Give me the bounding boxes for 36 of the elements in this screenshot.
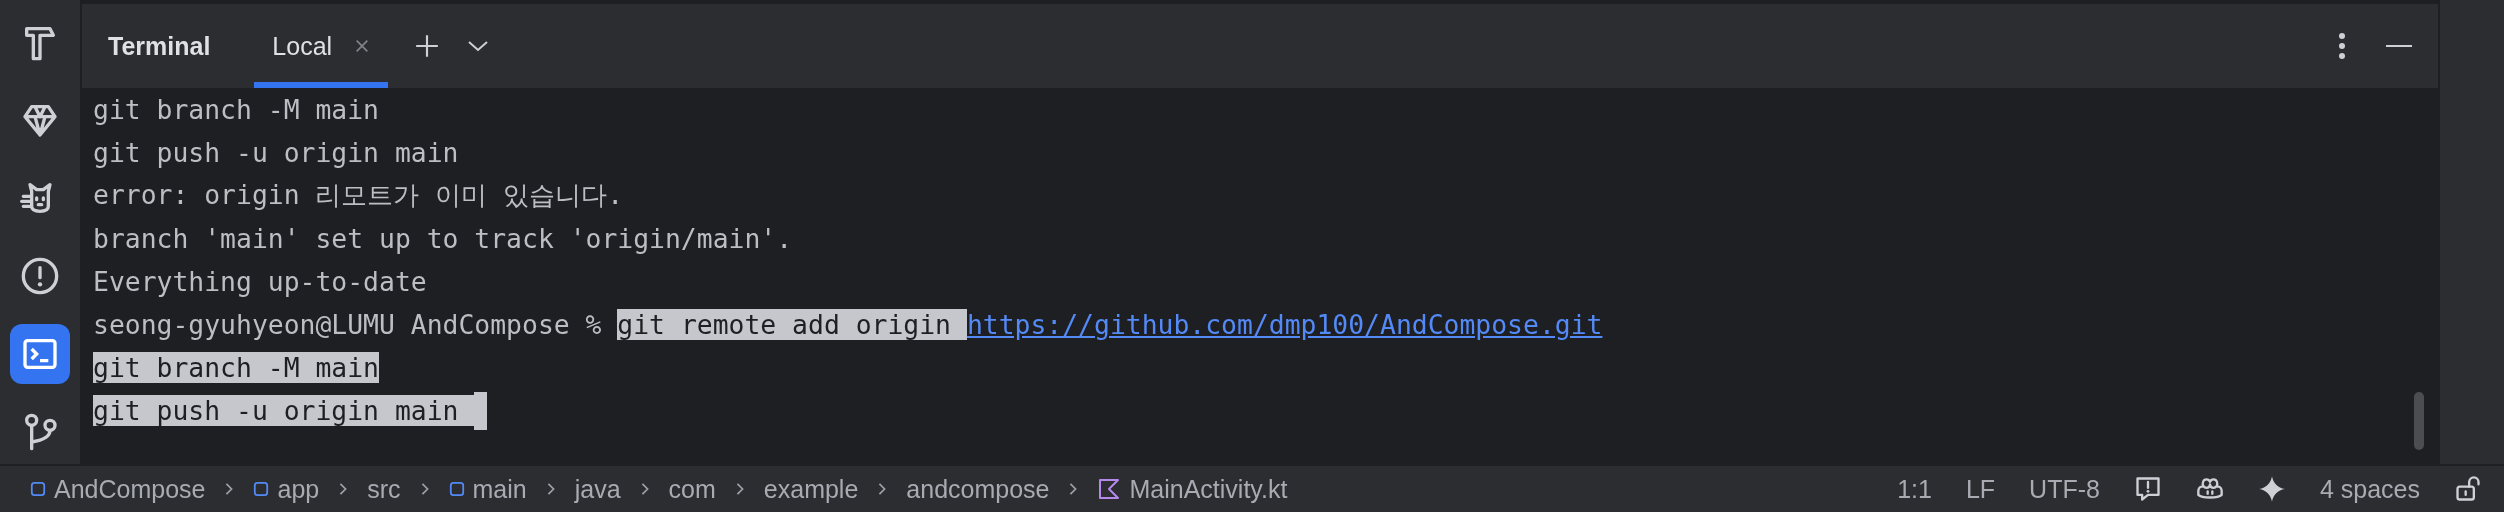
comment-alert-icon[interactable] <box>2133 475 2162 503</box>
breadcrumb-item[interactable]: java <box>574 474 621 504</box>
breadcrumb-item[interactable]: AndCompose <box>30 474 206 504</box>
terminal-text: error: origin 리모트가 이미 있습니다. <box>93 178 624 212</box>
status-widget[interactable]: 4 spaces <box>2319 474 2420 504</box>
more-icon[interactable] <box>2338 32 2346 60</box>
terminal-text: Everything up-to-date <box>93 266 427 297</box>
breadcrumb-item[interactable]: src <box>367 474 401 504</box>
module-icon <box>30 481 46 497</box>
add-icon[interactable] <box>414 33 441 59</box>
breadcrumb-item[interactable]: example <box>763 474 859 504</box>
breadcrumb-item[interactable]: MainActivity.kt <box>1097 474 1288 504</box>
terminal-text: branch 'main' set up to track 'origin/main'. <box>93 223 793 254</box>
breadcrumb-item[interactable]: andcompose <box>906 474 1050 504</box>
terminal-text: git branch -M main <box>93 94 379 125</box>
terminal-link[interactable]: https://github.com/dmp100/AndCompose.git <box>966 309 1603 340</box>
alert-icon <box>20 256 60 296</box>
terminal-text: git remote add origin <box>617 309 967 340</box>
close-icon[interactable] <box>354 38 371 54</box>
breadcrumb-item[interactable]: main <box>448 474 527 504</box>
terminal-text: git push -u origin main <box>93 395 475 426</box>
status-widget[interactable]: 1:1 <box>1897 474 1932 504</box>
status-widget[interactable]: UTF-8 <box>2029 474 2100 504</box>
panel-title: Terminal <box>108 31 211 61</box>
scrollbar-thumb[interactable] <box>2414 392 2424 450</box>
module-icon <box>448 481 465 497</box>
status-widget[interactable]: LF <box>1965 474 1996 504</box>
unlocked-lock-icon[interactable] <box>2454 475 2482 503</box>
terminal-text: git branch -M main <box>93 352 379 383</box>
breadcrumb-item[interactable]: com <box>668 474 716 504</box>
terminal-text: git push -u origin main <box>93 137 459 168</box>
kotlin-icon <box>1097 477 1122 501</box>
module-icon <box>253 481 270 497</box>
terminal-text: seong-gyuhyeon@LUMU AndCompose % <box>93 309 603 340</box>
tool-window-button[interactable] <box>10 324 70 384</box>
breadcrumb-item[interactable]: app <box>253 474 320 504</box>
